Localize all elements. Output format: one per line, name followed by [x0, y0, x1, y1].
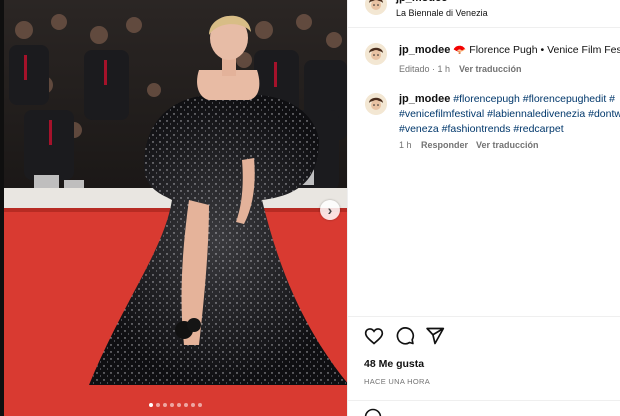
comment-line-1: jp_modee #florencepugh #florencepughedit… — [399, 93, 620, 105]
heart-icon[interactable] — [364, 326, 384, 346]
caption-translate-link[interactable]: Ver traducción — [459, 64, 522, 74]
carousel-dot — [149, 403, 153, 407]
comment-line-2[interactable]: #venicefilmfestival #labiennaledivenezia… — [399, 108, 620, 120]
comment-time: 1 h — [399, 140, 412, 150]
carousel-dot — [170, 403, 174, 407]
carousel-dot — [191, 403, 195, 407]
comment-translate-link[interactable]: Ver traducción — [476, 140, 539, 150]
header-location[interactable]: La Biennale di Venezia — [396, 8, 488, 18]
caption-text: Florence Pugh • Venice Film Festi — [469, 44, 620, 56]
carousel-dot — [198, 403, 202, 407]
avatar[interactable] — [365, 0, 387, 15]
comment-hashtags[interactable]: #florencepugh #florencepughedit # — [453, 93, 615, 105]
like-count[interactable]: 48 Me gusta — [364, 358, 424, 370]
avatar-icon — [365, 93, 387, 115]
post-viewer: › jp_modee La Biennale di Venezia — [4, 0, 620, 416]
photo-illustration — [4, 0, 347, 416]
caption-line: jp_modee 🪭 Florence Pugh • Venice Film F… — [399, 43, 620, 56]
carousel-dot — [156, 403, 160, 407]
avatar-icon — [365, 0, 387, 15]
reply-button[interactable]: Responder — [421, 140, 468, 150]
next-photo-button[interactable]: › — [320, 200, 340, 220]
emoji-icon[interactable] — [364, 408, 382, 416]
post-photo: › — [4, 0, 347, 416]
header-username[interactable]: jp_modee — [396, 0, 447, 4]
share-icon[interactable] — [425, 326, 445, 346]
carousel-dots — [4, 403, 347, 407]
comment-username[interactable]: jp_modee — [399, 93, 450, 105]
avatar-icon — [365, 43, 387, 65]
avatar[interactable] — [365, 93, 387, 115]
post-side-panel: jp_modee La Biennale di Venezia jp_modee… — [347, 0, 620, 416]
comment-line-3[interactable]: #veneza #fashiontrends #redcarpet — [399, 123, 564, 135]
header-divider — [348, 27, 620, 28]
comment-box-divider — [348, 400, 620, 401]
carousel-dot — [163, 403, 167, 407]
fan-emoji: 🪭 — [453, 44, 467, 56]
post-timestamp[interactable]: HACE UNA HORA — [364, 377, 430, 386]
carousel-dot — [177, 403, 181, 407]
avatar[interactable] — [365, 43, 387, 65]
carousel-dot — [184, 403, 188, 407]
caption-edited: Editado · 1 h — [399, 64, 451, 74]
actions-divider — [348, 316, 620, 317]
comment-icon[interactable] — [395, 326, 415, 346]
caption-username[interactable]: jp_modee — [399, 44, 450, 56]
